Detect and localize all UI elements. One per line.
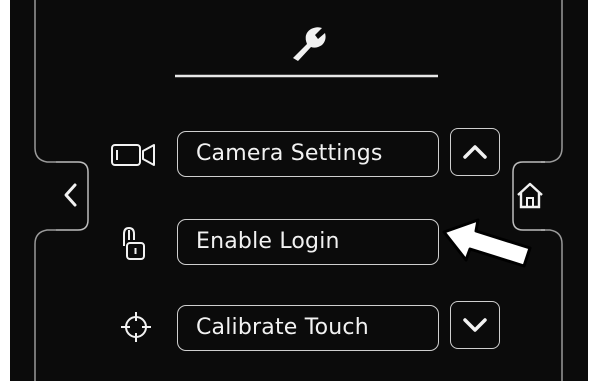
back-button[interactable] [56, 160, 90, 232]
camera-icon [111, 144, 155, 166]
chevron-down-icon [463, 318, 487, 332]
camera-settings-label: Camera Settings [196, 141, 383, 166]
chevron-up-icon [463, 145, 487, 159]
enable-login-button[interactable]: Enable Login [177, 219, 439, 265]
wrench-icon [293, 27, 326, 61]
camera-settings-button[interactable]: Camera Settings [177, 131, 439, 177]
device-screen: Camera Settings Enable Login Calibrate T… [10, 0, 588, 381]
calibrate-touch-button[interactable]: Calibrate Touch [177, 305, 439, 351]
calibrate-touch-label: Calibrate Touch [196, 315, 369, 340]
chevron-left-icon [56, 161, 89, 231]
lock-icon [123, 226, 145, 260]
scroll-down-button[interactable] [450, 301, 500, 349]
enable-login-label: Enable Login [196, 229, 340, 254]
scroll-up-button[interactable] [450, 128, 500, 176]
crosshair-icon [121, 312, 151, 342]
pointer-arrow-icon [442, 218, 532, 268]
